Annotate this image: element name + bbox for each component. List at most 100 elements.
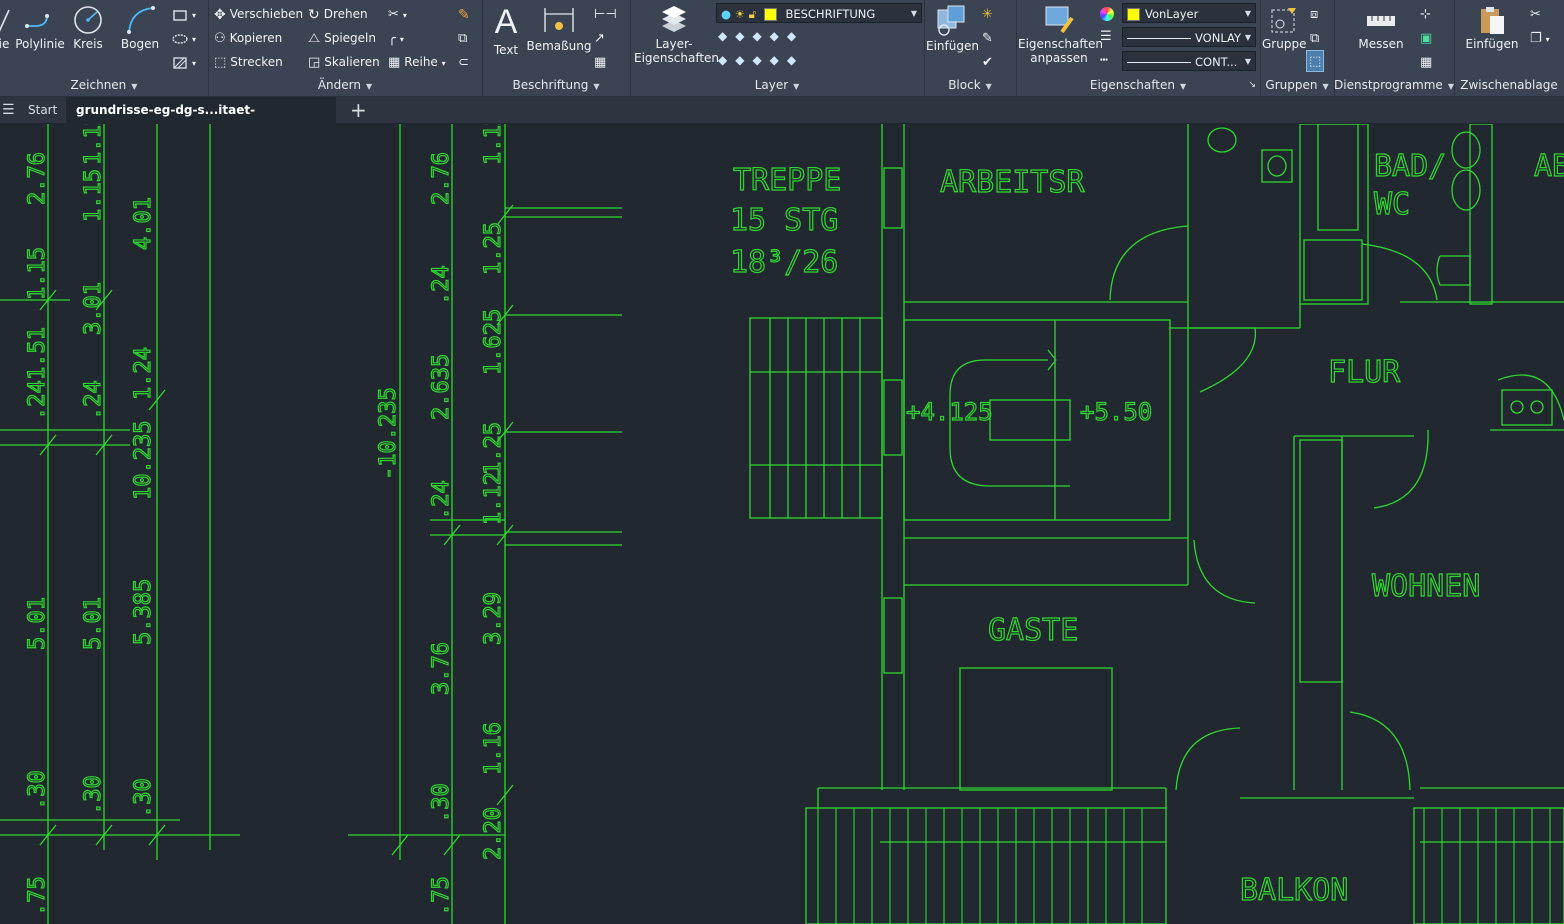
group-select-button[interactable]: ⬚: [1306, 50, 1325, 72]
chevron-down-icon: ▼: [593, 82, 600, 91]
dimension-label: 1.12: [481, 472, 506, 525]
cut-icon: ✂: [1530, 6, 1541, 22]
reihe-button[interactable]: ▦ Reihe ▾: [388, 52, 446, 72]
tab-file[interactable]: grundrisse-eg-dg-s...itaet-KOMPLETT.dxf*…: [66, 97, 336, 143]
panel-title-eigenschaften-label: Eigenschaften: [1089, 78, 1175, 92]
panel-title-aendern-label: Ändern: [317, 78, 361, 92]
rectangle-button[interactable]: ▾: [172, 4, 196, 24]
clipboard-einfuegen-button[interactable]: Einfügen: [1464, 4, 1520, 51]
reihe-label: Reihe: [404, 55, 438, 69]
leader-button[interactable]: ↗: [594, 28, 609, 48]
erase-button[interactable]: ✎: [458, 4, 474, 24]
panel-title-zwischenablage[interactable]: Zwischenablage: [1454, 77, 1564, 93]
chevron-down-icon: ▼: [793, 82, 800, 91]
quick-select-button[interactable]: ▣: [1420, 28, 1436, 48]
trim-button[interactable]: ✂ ▾: [388, 4, 407, 24]
layer-tools-row2[interactable]: ◆◆◆◆◆: [718, 50, 804, 70]
file-tab-bar: ☰ Start grundrisse-eg-dg-s...itaet-KOMPL…: [0, 97, 1564, 143]
kreis-button[interactable]: Kreis: [68, 4, 108, 51]
chevron-down-icon: ▼: [1244, 33, 1251, 42]
text-button[interactable]: A Text: [488, 2, 524, 57]
gruppe-button[interactable]: Gruppe: [1262, 4, 1306, 51]
color-dropdown[interactable]: VonLayer ▼: [1122, 3, 1256, 23]
dimension-label: 1.24: [131, 347, 156, 400]
bemassung-label: Bemaßung: [526, 39, 592, 53]
match-properties-button[interactable]: Eigenschaften anpassen: [1018, 4, 1104, 65]
lineweight-dropdown[interactable]: CONT... ▼: [1122, 51, 1256, 71]
linetype-dropdown[interactable]: VONLAY ▼: [1122, 27, 1256, 47]
spiegeln-button[interactable]: ⧍ Spiegeln: [308, 28, 376, 48]
anpassen-label-2: anpassen: [1030, 51, 1088, 65]
panel-title-block-label: Block: [948, 78, 981, 92]
color-label: VonLayer: [1145, 7, 1199, 21]
ungroup-button[interactable]: ⧈: [1310, 4, 1322, 24]
linetype-icon: ┅: [1100, 52, 1108, 68]
group-select-icon: ⬚: [1309, 53, 1322, 69]
tab-start-label: Start: [28, 103, 58, 117]
layer-tools-row1[interactable]: ◆◆◆◆◆: [718, 26, 804, 46]
polylinie-button[interactable]: Polylinie: [14, 6, 66, 51]
bogen-button[interactable]: Bogen: [118, 4, 162, 51]
offset-button[interactable]: ⊂: [458, 52, 473, 72]
block-attr-button[interactable]: ✔: [982, 52, 997, 72]
strecken-button[interactable]: ⬚ Strecken: [214, 52, 283, 72]
block-create-button[interactable]: ✳: [982, 4, 997, 24]
polyline-icon: [25, 14, 49, 28]
linetype-icon-button[interactable]: ┅: [1100, 50, 1112, 70]
ribbon: ie Polylinie Kreis Bogen ▾ ▾ ▾ Zeichnen ▼…: [0, 0, 1564, 97]
label-gaste: GASTE: [988, 613, 1078, 648]
arc-icon: [127, 6, 155, 34]
block-einfuegen-button[interactable]: Einfügen: [926, 4, 979, 53]
calculator-button[interactable]: ▦: [1420, 52, 1436, 72]
layer-properties-button[interactable]: Layer- Eigenschaften: [634, 4, 719, 65]
cut-button[interactable]: ✂: [1530, 4, 1545, 24]
label-wc: WC: [1374, 187, 1410, 222]
new-tab-button[interactable]: +: [340, 97, 377, 123]
floorplan-drawing[interactable]: TREPPE 15 STG 18³/26 ARBEITSR BAD/ WC AB…: [0, 124, 1564, 924]
skalieren-button[interactable]: ◲ Skalieren: [308, 52, 380, 72]
panel-eigenschaften: Eigenschaften anpassen VonLayer ▼ ☰ VONL…: [1016, 0, 1261, 96]
dimension-label: .30: [131, 778, 156, 818]
panel-title-eigenschaften[interactable]: Eigenschaften ▼ ↘: [1016, 77, 1260, 93]
panel-title-gruppen[interactable]: Gruppen ▼: [1260, 77, 1334, 93]
panel-title-block[interactable]: Block ▼: [924, 77, 1016, 93]
color-wheel-button[interactable]: [1100, 3, 1118, 23]
table-button[interactable]: ▦: [594, 52, 610, 72]
fillet-button[interactable]: ╭ ▾: [388, 28, 404, 48]
anpassen-label-1: Eigenschaften: [1018, 37, 1104, 51]
bemassung-button[interactable]: Bemaßung: [526, 4, 592, 53]
drehen-button[interactable]: ↻ Drehen: [308, 4, 368, 24]
app-menu-icon[interactable]: ☰: [0, 97, 15, 123]
explode-button[interactable]: ⧉: [458, 28, 471, 48]
panel-gruppen: Gruppe ⧈ ⧉ ⬚ Gruppen ▼: [1260, 0, 1335, 96]
linie-button[interactable]: ie: [0, 6, 12, 51]
panel-title-layer[interactable]: Layer ▼: [630, 77, 924, 93]
verschieben-button[interactable]: ✥ Verschieben: [214, 4, 303, 24]
group-edit-button[interactable]: ⧉: [1310, 28, 1323, 48]
ellipse-icon: [172, 33, 188, 44]
hatch-button[interactable]: ▾: [172, 52, 196, 72]
id-point-button[interactable]: ⊹: [1420, 4, 1435, 24]
panel-title-dienstprogramme[interactable]: Dienstprogramme ▼: [1334, 77, 1454, 93]
panel-title-zeichnen[interactable]: Zeichnen ▼: [0, 77, 208, 93]
table-icon: ▦: [594, 54, 607, 70]
tab-start[interactable]: Start: [18, 97, 67, 123]
panel-beschriftung: A Text Bemaßung ⊢⊣ ↗ ▦ Beschriftung ▼: [482, 0, 631, 96]
rectangle-icon: [173, 9, 187, 21]
layer-dropdown[interactable]: ● ☀ 🔓︎ BESCHRIFTUNG ▼: [716, 3, 922, 23]
messen-button[interactable]: Messen: [1344, 4, 1418, 51]
kopieren-button[interactable]: ⚇ Kopieren: [214, 28, 282, 48]
panel-title-beschriftung[interactable]: Beschriftung ▼: [482, 77, 630, 93]
dimension-label: .75: [429, 876, 454, 916]
linear-dim-button[interactable]: ⊢⊣: [594, 4, 621, 24]
ellipse-button[interactable]: ▾: [172, 28, 196, 48]
label-stg: 15 STG: [730, 203, 838, 238]
panel-title-aendern[interactable]: Ändern ▼: [208, 77, 482, 93]
dimension-label: 3.29: [481, 592, 506, 645]
lineweight-icon-button[interactable]: ☰: [1100, 26, 1116, 46]
new-tab-label: +: [350, 98, 367, 122]
copy-clip-button[interactable]: ❐ ▾: [1530, 28, 1550, 48]
label-balkon: BALKON: [1240, 873, 1348, 908]
drawing-canvas[interactable]: TREPPE 15 STG 18³/26 ARBEITSR BAD/ WC AB…: [0, 124, 1564, 924]
block-edit-button[interactable]: ✎: [982, 28, 997, 48]
